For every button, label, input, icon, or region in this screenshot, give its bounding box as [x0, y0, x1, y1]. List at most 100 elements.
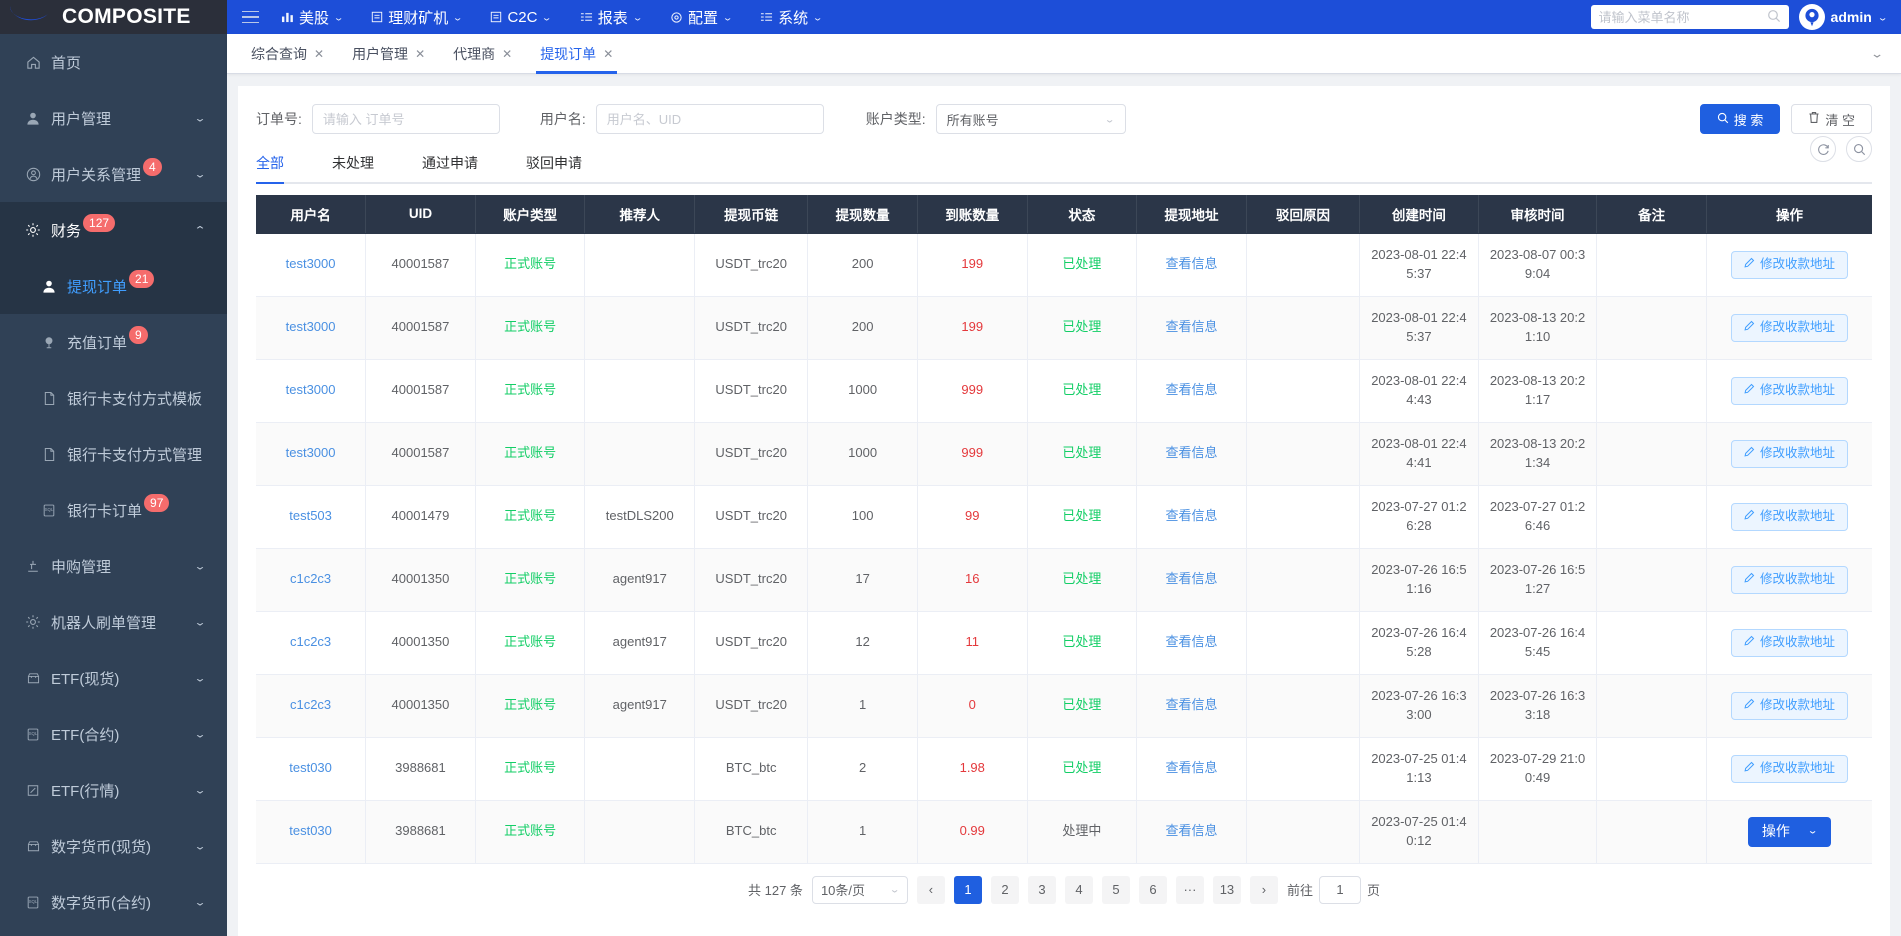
cell-username[interactable]: c1c2c3: [256, 611, 366, 674]
page-prev-button[interactable]: ‹: [917, 876, 945, 904]
page-button-3[interactable]: 3: [1028, 876, 1056, 904]
cell-account-type[interactable]: 正式账号: [475, 800, 585, 863]
page-button-6[interactable]: 6: [1139, 876, 1167, 904]
cell-account-type-text[interactable]: 正式账号: [504, 256, 556, 271]
cell-username-text[interactable]: test3000: [286, 382, 336, 397]
cell-address-text[interactable]: 查看信息: [1166, 760, 1218, 775]
cell-username-text[interactable]: test3000: [286, 319, 336, 334]
cell-address[interactable]: 查看信息: [1137, 485, 1247, 548]
tab-rejected[interactable]: 驳回申请: [526, 153, 602, 182]
sidebar-item-finance[interactable]: 财务 127 ⌃: [0, 202, 227, 258]
page-button-1[interactable]: 1: [954, 876, 982, 904]
cell-account-type-text[interactable]: 正式账号: [504, 823, 556, 838]
tab-all[interactable]: 全部: [256, 153, 304, 182]
cell-username[interactable]: c1c2c3: [256, 674, 366, 737]
cell-username[interactable]: test030: [256, 737, 366, 800]
page-button-5[interactable]: 5: [1102, 876, 1130, 904]
refresh-icon[interactable]: [1810, 136, 1836, 162]
cell-address[interactable]: 查看信息: [1137, 422, 1247, 485]
cell-username[interactable]: test503: [256, 485, 366, 548]
page-button-2[interactable]: 2: [991, 876, 1019, 904]
cell-address-text[interactable]: 查看信息: [1166, 445, 1218, 460]
cell-address-text[interactable]: 查看信息: [1166, 508, 1218, 523]
cell-account-type-text[interactable]: 正式账号: [504, 319, 556, 334]
cell-username[interactable]: c1c2c3: [256, 548, 366, 611]
brand-logo-bar[interactable]: COMPOSITE: [0, 0, 227, 34]
account-type-select[interactable]: 所有账号 ⌄: [936, 104, 1126, 134]
topmenu-item-reports[interactable]: 报表 ⌄: [566, 0, 656, 34]
cell-username[interactable]: test3000: [256, 359, 366, 422]
page-button-13[interactable]: 13: [1213, 876, 1241, 904]
cell-account-type-text[interactable]: 正式账号: [504, 697, 556, 712]
username-input[interactable]: [596, 104, 824, 134]
cell-username[interactable]: test3000: [256, 233, 366, 296]
edit-receiving-address-button[interactable]: 修改收款地址: [1731, 629, 1848, 657]
cell-address-text[interactable]: 查看信息: [1166, 256, 1218, 271]
cell-address-text[interactable]: 查看信息: [1166, 634, 1218, 649]
cell-username[interactable]: test030: [256, 800, 366, 863]
sidebar-item-robot-order-management[interactable]: 机器人刷单管理 ⌄: [0, 594, 227, 650]
cell-account-type-text[interactable]: 正式账号: [504, 445, 556, 460]
cell-account-type[interactable]: 正式账号: [475, 233, 585, 296]
edit-receiving-address-button[interactable]: 修改收款地址: [1731, 755, 1848, 783]
topmenu-item-us-stocks[interactable]: 美股 ⌄: [267, 0, 357, 34]
sidebar-item-user-management[interactable]: 用户管理 ⌄: [0, 90, 227, 146]
cell-username-text[interactable]: c1c2c3: [290, 571, 331, 586]
cell-account-type[interactable]: 正式账号: [475, 548, 585, 611]
cell-account-type[interactable]: 正式账号: [475, 296, 585, 359]
cell-address[interactable]: 查看信息: [1137, 611, 1247, 674]
cell-address[interactable]: 查看信息: [1137, 296, 1247, 359]
user-menu[interactable]: admin ⌄: [1799, 4, 1887, 30]
cell-address[interactable]: 查看信息: [1137, 674, 1247, 737]
edit-receiving-address-button[interactable]: 修改收款地址: [1731, 251, 1848, 279]
cell-username-text[interactable]: test3000: [286, 445, 336, 460]
sidebar-item-crypto-market[interactable]: SQL 数字货币(行情) ⌄: [0, 930, 227, 936]
topmenu-item-config[interactable]: 配置 ⌄: [656, 0, 746, 34]
search-icon[interactable]: [1846, 136, 1872, 162]
page-button-4[interactable]: 4: [1065, 876, 1093, 904]
topmenu-item-wealth-miner[interactable]: 理财矿机 ⌄: [357, 0, 476, 34]
edit-receiving-address-button[interactable]: 修改收款地址: [1731, 503, 1848, 531]
cell-account-type[interactable]: 正式账号: [475, 674, 585, 737]
tag-item-user-management[interactable]: 用户管理 ✕: [338, 34, 439, 74]
cell-account-type[interactable]: 正式账号: [475, 611, 585, 674]
cell-username-text[interactable]: test030: [289, 760, 332, 775]
cell-account-type-text[interactable]: 正式账号: [504, 508, 556, 523]
cell-account-type[interactable]: 正式账号: [475, 422, 585, 485]
edit-receiving-address-button[interactable]: 修改收款地址: [1731, 440, 1848, 468]
cell-username-text[interactable]: c1c2c3: [290, 697, 331, 712]
sidebar-item-etf-spot[interactable]: ETF(现货) ⌄: [0, 650, 227, 706]
sidebar-item-bankcard-orders[interactable]: SQL 银行卡订单 97: [0, 482, 227, 538]
edit-receiving-address-button[interactable]: 修改收款地址: [1731, 377, 1848, 405]
hamburger-icon[interactable]: [233, 0, 267, 34]
cell-username-text[interactable]: test503: [289, 508, 332, 523]
cell-address[interactable]: 查看信息: [1137, 800, 1247, 863]
sidebar-item-home[interactable]: 首页: [0, 34, 227, 90]
clear-button[interactable]: 清 空: [1791, 104, 1872, 134]
cell-username[interactable]: test3000: [256, 296, 366, 359]
tag-item-withdraw-orders[interactable]: 提现订单 ✕: [526, 34, 627, 74]
cell-account-type-text[interactable]: 正式账号: [504, 634, 556, 649]
cell-address[interactable]: 查看信息: [1137, 359, 1247, 422]
cell-address-text[interactable]: 查看信息: [1166, 382, 1218, 397]
cell-username-text[interactable]: test030: [289, 823, 332, 838]
tag-item-agent[interactable]: 代理商 ✕: [439, 34, 526, 74]
chevron-down-icon[interactable]: ⌄: [1870, 46, 1901, 60]
cell-account-type-text[interactable]: 正式账号: [504, 382, 556, 397]
topmenu-item-c2c[interactable]: C2C ⌄: [476, 0, 565, 34]
edit-receiving-address-button[interactable]: 修改收款地址: [1731, 314, 1848, 342]
close-icon[interactable]: ✕: [502, 47, 512, 61]
cell-account-type-text[interactable]: 正式账号: [504, 571, 556, 586]
sidebar-item-subscription-management[interactable]: 申购管理 ⌄: [0, 538, 227, 594]
sidebar-item-crypto-spot[interactable]: 数字货币(现货) ⌄: [0, 818, 227, 874]
edit-receiving-address-button[interactable]: 修改收款地址: [1731, 566, 1848, 594]
cell-address[interactable]: 查看信息: [1137, 737, 1247, 800]
search-icon[interactable]: [1767, 9, 1781, 26]
close-icon[interactable]: ✕: [603, 47, 613, 61]
action-dropdown-button[interactable]: 操作⌄: [1748, 817, 1831, 847]
cell-address[interactable]: 查看信息: [1137, 233, 1247, 296]
cell-address-text[interactable]: 查看信息: [1166, 697, 1218, 712]
topmenu-item-system[interactable]: 系统 ⌄: [746, 0, 836, 34]
order-no-input[interactable]: [312, 104, 500, 134]
cell-address-text[interactable]: 查看信息: [1166, 319, 1218, 334]
